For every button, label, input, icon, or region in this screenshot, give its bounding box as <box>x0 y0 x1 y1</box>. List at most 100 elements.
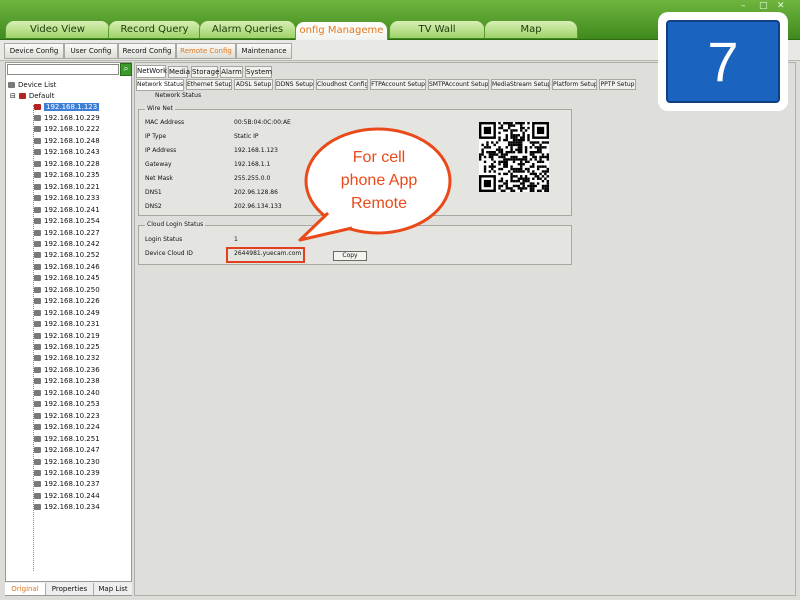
tree-item[interactable]: 192.168.10.225 <box>34 342 100 352</box>
tree-item[interactable]: 192.168.10.240 <box>34 388 100 398</box>
tree-item[interactable]: 192.168.10.237 <box>34 479 100 489</box>
device-search-input[interactable] <box>7 64 119 75</box>
tree-item[interactable]: 192.168.10.236 <box>34 365 100 375</box>
tab-ftpaccount-setup[interactable]: FTPAccount Setup <box>370 79 426 90</box>
login-status-value: 1 <box>234 236 238 243</box>
tree-item[interactable]: 192.168.10.230 <box>34 457 100 467</box>
tree-item[interactable]: 192.168.10.244 <box>34 491 100 501</box>
tab-network[interactable]: NetWork <box>136 65 167 78</box>
wire-net-value: 202.96.128.86 <box>234 189 278 196</box>
tree-item[interactable]: 192.168.10.226 <box>34 296 100 306</box>
tab-alarm-queries[interactable]: Alarm Queries <box>199 20 296 38</box>
camera-icon <box>34 240 41 247</box>
subtab-remote-config[interactable]: Remote Config <box>176 43 236 59</box>
copy-button[interactable]: Copy <box>333 251 367 261</box>
tree-item-label: 192.168.10.232 <box>44 354 100 363</box>
tree-item-label: 192.168.10.239 <box>44 468 100 477</box>
tree-item[interactable]: 192.168.10.253 <box>34 399 100 409</box>
tree-item[interactable]: 192.168.10.224 <box>34 422 100 432</box>
collapse-icon[interactable]: ⊟ <box>10 92 16 100</box>
tab-record-query[interactable]: Record Query <box>108 20 201 38</box>
maximize-icon[interactable]: □ <box>759 1 768 11</box>
tree-item[interactable]: 192.168.10.229 <box>34 113 100 123</box>
tree-item[interactable]: 192.168.10.232 <box>34 353 100 363</box>
callout-line-2: phone App <box>340 172 418 189</box>
tree-item-label: 192.168.10.243 <box>44 148 100 157</box>
tab-map[interactable]: Map <box>484 20 578 38</box>
camera-icon <box>34 183 41 190</box>
tab-adsl-setup[interactable]: ADSL Setup <box>234 79 273 90</box>
tab-original[interactable]: Original <box>5 583 46 595</box>
tab-ddns-setup[interactable]: DDNS Setup <box>275 79 314 90</box>
tab-mediastream-setup[interactable]: MediaStream Setup <box>491 79 550 90</box>
tab-network-status[interactable]: Network Status <box>136 79 184 91</box>
tab-ethernet-setup[interactable]: Ethernet Setup <box>186 79 232 90</box>
tree-item[interactable]: 192.168.10.222 <box>34 124 100 134</box>
tree-item[interactable]: 192.168.10.223 <box>34 411 100 421</box>
subtab-device-config[interactable]: Device Config <box>4 43 64 59</box>
wire-net-value: 255.255.0.0 <box>234 175 271 182</box>
tree-item-label: 192.168.10.237 <box>44 480 100 489</box>
tab-pptp-setup[interactable]: PPTP Setup <box>599 79 636 90</box>
device-cloud-id-label: Device Cloud ID <box>145 250 193 257</box>
tree-item[interactable]: 192.168.10.227 <box>34 228 100 238</box>
subtab-maintenance[interactable]: Maintenance <box>236 43 292 59</box>
tab-media[interactable]: Media <box>168 66 190 78</box>
minimize-icon[interactable]: – <box>741 1 746 11</box>
tab-system[interactable]: System <box>245 66 272 78</box>
wire-net-key: Gateway <box>145 161 172 168</box>
tab-config-management[interactable]: onfig Manageme <box>295 21 388 40</box>
camera-icon <box>34 321 41 328</box>
callout-line-1: For cell <box>352 149 406 166</box>
tree-item[interactable]: 192.168.10.245 <box>34 273 100 283</box>
tree-item[interactable]: 192.168.10.247 <box>34 445 100 455</box>
tree-item[interactable]: 192.168.10.221 <box>34 182 100 192</box>
camera-icon <box>34 401 41 408</box>
tree-item-label: 192.168.10.250 <box>44 285 100 294</box>
tree-item[interactable]: 192.168.10.243 <box>34 147 100 157</box>
login-status-label: Login Status <box>145 236 183 243</box>
tab-video-view[interactable]: Video View <box>5 20 110 38</box>
tree-group-default[interactable]: ⊟ Default <box>10 91 54 101</box>
tree-item[interactable]: 192.168.10.242 <box>34 239 100 249</box>
search-icon[interactable]: ⌕ <box>120 63 132 76</box>
device-list-root[interactable]: Device List <box>8 80 56 90</box>
tree-item[interactable]: 192.168.10.241 <box>34 205 100 215</box>
tab-smtpaccount-setup[interactable]: SMTPAccount Setup <box>428 79 489 90</box>
camera-icon <box>34 389 41 396</box>
tree-item[interactable]: 192.168.10.228 <box>34 159 100 169</box>
tree-item[interactable]: 192.168.10.254 <box>34 216 100 226</box>
subtab-record-config[interactable]: Record Config <box>118 43 176 59</box>
tree-item-label: 192.168.10.233 <box>44 194 100 203</box>
tree-item[interactable]: 192.168.10.239 <box>34 468 100 478</box>
tree-item[interactable]: 192.168.10.219 <box>34 331 100 341</box>
tree-item[interactable]: 192.168.10.251 <box>34 434 100 444</box>
camera-icon <box>34 298 41 305</box>
tree-item[interactable]: 192.168.10.246 <box>34 262 100 272</box>
tree-item[interactable]: 192.168.10.234 <box>34 502 100 512</box>
tree-item[interactable]: 192.168.10.249 <box>34 308 100 318</box>
tab-cloudhost-config[interactable]: Cloudhost Config <box>316 79 368 90</box>
tree-item[interactable]: 192.168.10.235 <box>34 170 100 180</box>
cloud-id-highlight-box <box>226 247 305 263</box>
close-icon[interactable]: ✕ <box>777 1 785 11</box>
tree-item[interactable]: 192.168.10.231 <box>34 319 100 329</box>
tree-item[interactable]: 192.168.10.233 <box>34 193 100 203</box>
tab-properties[interactable]: Properties <box>46 583 94 595</box>
tab-alarm[interactable]: Alarm <box>220 66 243 78</box>
tab-storage[interactable]: Storage <box>191 66 219 78</box>
remote-config-panel: NetWork Media Storage Alarm System Netwo… <box>134 62 796 596</box>
subtab-user-config[interactable]: User Config <box>64 43 118 59</box>
tab-platform-setup[interactable]: Platform Setup <box>552 79 597 90</box>
tab-tv-wall[interactable]: TV Wall <box>389 20 485 38</box>
wire-net-key: DNS2 <box>145 203 162 210</box>
tree-item-label: 192.168.10.229 <box>44 114 100 122</box>
tree-item[interactable]: 192.168.10.238 <box>34 376 100 386</box>
device-list-label: Device List <box>18 81 57 89</box>
tree-item[interactable]: 192.168.10.252 <box>34 250 100 260</box>
tab-map-list[interactable]: Map List <box>94 583 132 595</box>
tree-item-selected[interactable]: 192.168.1.123 <box>34 102 100 112</box>
tree-item[interactable]: 192.168.10.250 <box>34 285 100 295</box>
tree-item[interactable]: 192.168.10.248 <box>34 136 100 146</box>
camera-icon <box>34 504 41 511</box>
